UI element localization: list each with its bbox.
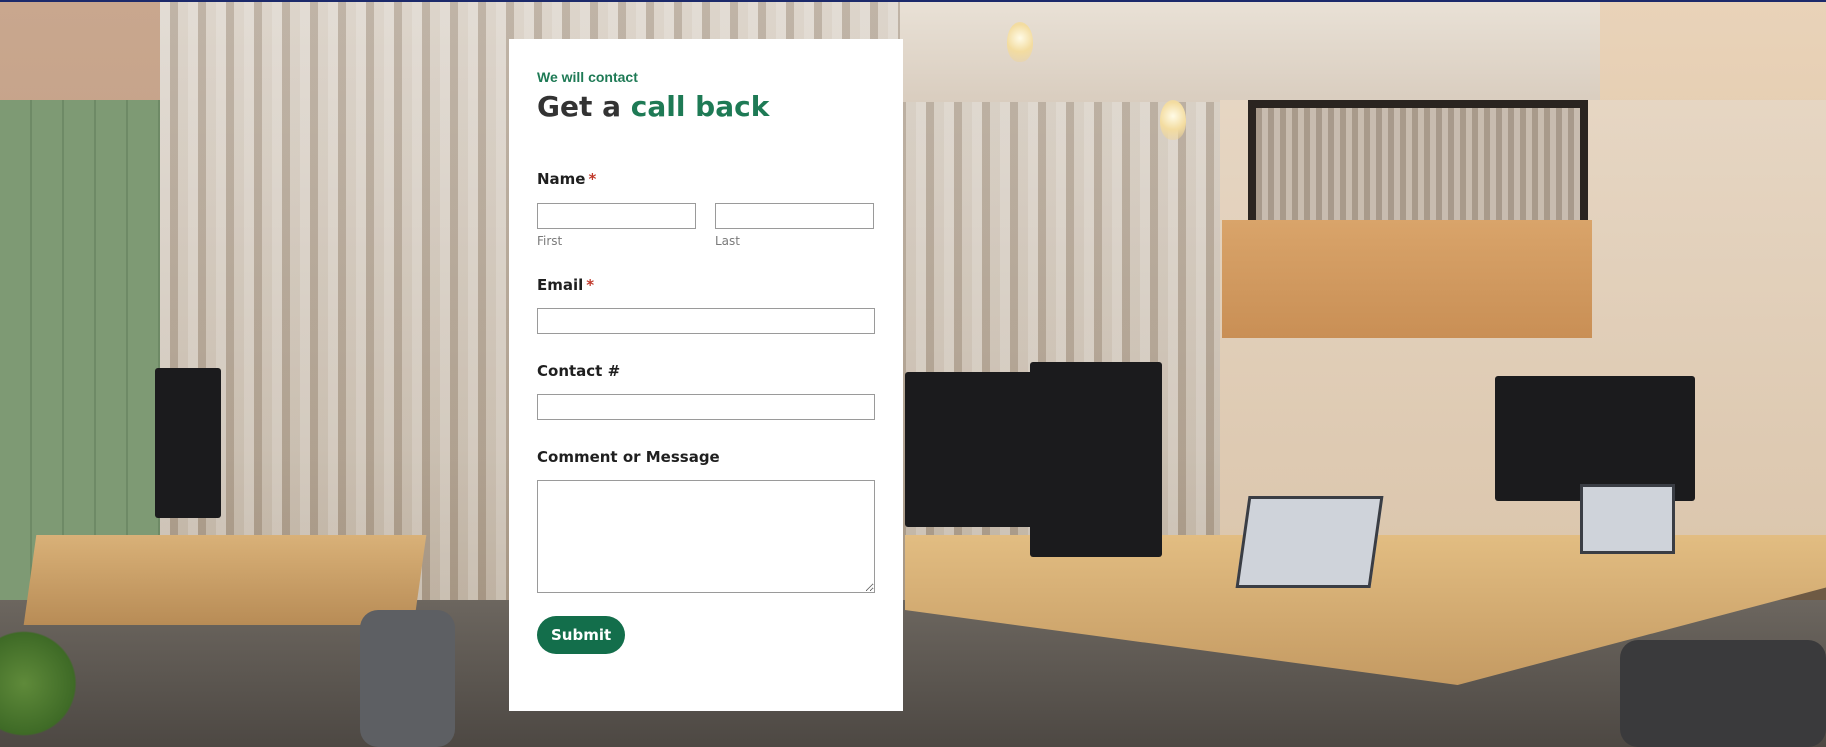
form-heading: Get a call back [537,90,875,124]
heading-accent: call back [630,90,770,123]
last-name-input[interactable] [715,203,874,229]
comment-label: Comment or Message [537,448,720,466]
email-required-mark: * [586,276,595,294]
name-required-mark: * [588,170,597,188]
last-name-group: Last [715,203,874,249]
submit-button[interactable]: Submit [537,616,626,654]
callback-form-card: We will contact Get a call back Name * Fi… [509,39,903,711]
name-label: Name * [537,169,875,189]
first-name-group: First [537,203,696,249]
form-eyebrow: We will contact [537,69,638,85]
first-name-sublabel: First [537,234,563,248]
comment-textarea[interactable] [537,480,875,593]
email-input[interactable] [537,308,875,334]
office-background-photo [0,0,1826,747]
name-row: First Last [537,203,875,249]
contact-label: Contact # [537,362,621,380]
last-name-sublabel: Last [715,234,740,248]
first-name-input[interactable] [537,203,696,229]
contact-number-input[interactable] [537,394,875,420]
email-label-text: Email [537,276,584,294]
name-label-text: Name [537,170,586,188]
email-label: Email * [537,275,875,295]
heading-prefix: Get a [537,90,621,123]
